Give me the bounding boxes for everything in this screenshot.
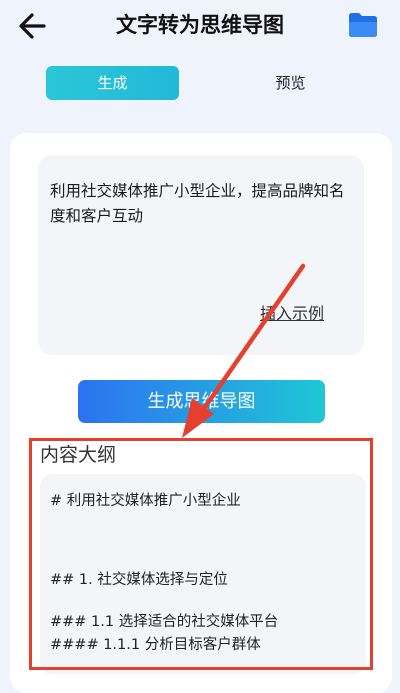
page-title: 文字转为思维导图 <box>116 13 284 37</box>
generate-mindmap-button[interactable]: 生成思维导图 <box>78 380 325 423</box>
outline-line: ### 1.1 选择适合的社交媒体平台 <box>50 614 279 630</box>
input-text[interactable]: 利用社交媒体推广小型企业，提高品牌知名度和客户互动 <box>50 179 356 229</box>
tab-generate[interactable]: 生成 <box>46 66 179 100</box>
insert-example-link[interactable]: 插入示例 <box>260 300 324 324</box>
folder-button[interactable] <box>346 10 380 40</box>
header-bar: 文字转为思维导图 <box>0 0 400 52</box>
tab-preview[interactable]: 预览 <box>224 66 357 100</box>
mode-tabs: 生成 预览 <box>0 64 400 102</box>
outline-line: ## 1. 社交媒体选择与定位 <box>50 572 228 588</box>
outline-title: 内容大纲 <box>40 444 117 466</box>
outline-line: # 利用社交媒体推广小型企业 <box>50 493 241 509</box>
outline-line: #### 1.1.1 分析目标客户群体 <box>50 637 261 653</box>
folder-icon <box>349 13 377 37</box>
